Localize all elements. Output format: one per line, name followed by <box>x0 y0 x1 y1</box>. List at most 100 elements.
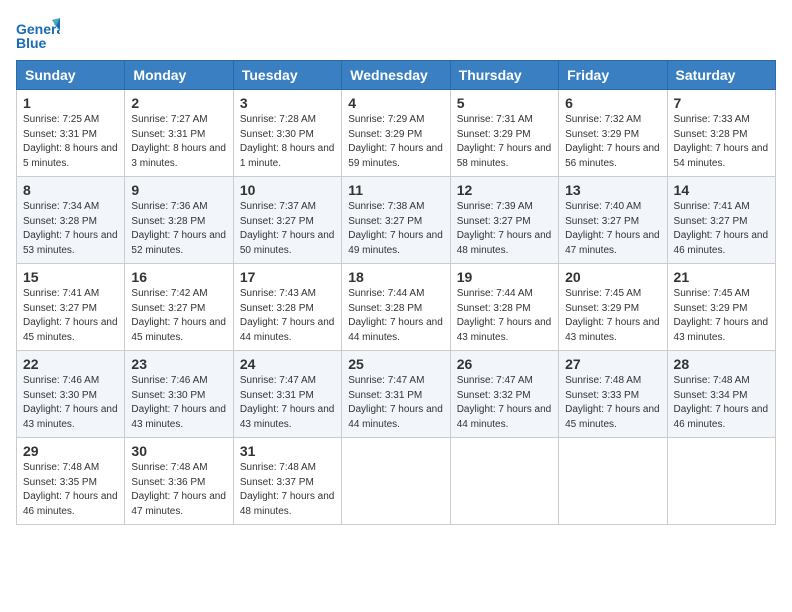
svg-text:Blue: Blue <box>16 35 47 51</box>
day-number: 16 <box>131 269 226 285</box>
day-info: Sunrise: 7:48 AMSunset: 3:37 PMDaylight:… <box>240 461 335 519</box>
day-number: 14 <box>674 182 769 198</box>
calendar-week-1: 1 Sunrise: 7:25 AMSunset: 3:31 PMDaylight… <box>17 90 776 177</box>
calendar-cell: 3Sunrise: 7:28 AMSunset: 3:30 PMDaylight… <box>233 90 341 177</box>
day-info: Sunrise: 7:29 AMSunset: 3:29 PMDaylight:… <box>348 113 443 171</box>
day-number: 27 <box>565 356 660 372</box>
day-header-friday: Friday <box>559 61 667 90</box>
day-info: Sunrise: 7:46 AMSunset: 3:30 PMDaylight:… <box>131 374 226 432</box>
day-info: Sunrise: 7:45 AMSunset: 3:29 PMDaylight:… <box>565 287 660 345</box>
day-number: 29 <box>23 443 118 459</box>
day-number: 13 <box>565 182 660 198</box>
day-info: Sunrise: 7:47 AMSunset: 3:32 PMDaylight:… <box>457 374 552 432</box>
calendar-cell: 23 Sunrise: 7:46 AMSunset: 3:30 PMDayligh… <box>125 351 233 438</box>
calendar-cell: 9 Sunrise: 7:36 AMSunset: 3:28 PMDaylight… <box>125 177 233 264</box>
calendar-cell: 6 Sunrise: 7:32 AMSunset: 3:29 PMDaylight… <box>559 90 667 177</box>
day-info: Sunrise: 7:40 AMSunset: 3:27 PMDaylight:… <box>565 200 660 258</box>
day-number: 23 <box>131 356 226 372</box>
day-number: 20 <box>565 269 660 285</box>
day-info: Sunrise: 7:25 AMSunset: 3:31 PMDaylight:… <box>23 113 118 171</box>
calendar-cell <box>450 438 558 525</box>
calendar-cell: 17 Sunrise: 7:43 AMSunset: 3:28 PMDayligh… <box>233 264 341 351</box>
day-number: 31 <box>240 443 335 459</box>
calendar-cell: 28 Sunrise: 7:48 AMSunset: 3:34 PMDayligh… <box>667 351 775 438</box>
day-info: Sunrise: 7:48 AMSunset: 3:34 PMDaylight:… <box>674 374 769 432</box>
day-info: Sunrise: 7:27 AMSunset: 3:31 PMDaylight:… <box>131 113 226 171</box>
calendar-cell <box>342 438 450 525</box>
calendar-cell: 16 Sunrise: 7:42 AMSunset: 3:27 PMDayligh… <box>125 264 233 351</box>
calendar-cell: 11Sunrise: 7:38 AMSunset: 3:27 PMDayligh… <box>342 177 450 264</box>
day-number: 10 <box>240 182 335 198</box>
calendar-cell: 27 Sunrise: 7:48 AMSunset: 3:33 PMDayligh… <box>559 351 667 438</box>
day-number: 4 <box>348 95 443 111</box>
day-number: 30 <box>131 443 226 459</box>
day-info: Sunrise: 7:48 AMSunset: 3:36 PMDaylight:… <box>131 461 226 519</box>
calendar-cell: 20 Sunrise: 7:45 AMSunset: 3:29 PMDayligh… <box>559 264 667 351</box>
calendar-cell: 8 Sunrise: 7:34 AMSunset: 3:28 PMDaylight… <box>17 177 125 264</box>
calendar-cell: 5 Sunrise: 7:31 AMSunset: 3:29 PMDaylight… <box>450 90 558 177</box>
day-number: 2 <box>131 95 226 111</box>
calendar-week-5: 29Sunrise: 7:48 AMSunset: 3:35 PMDayligh… <box>17 438 776 525</box>
calendar-cell: 15 Sunrise: 7:41 AMSunset: 3:27 PMDayligh… <box>17 264 125 351</box>
day-info: Sunrise: 7:36 AMSunset: 3:28 PMDaylight:… <box>131 200 226 258</box>
calendar-cell: 21Sunrise: 7:45 AMSunset: 3:29 PMDayligh… <box>667 264 775 351</box>
day-number: 26 <box>457 356 552 372</box>
day-number: 6 <box>565 95 660 111</box>
day-header-sunday: Sunday <box>17 61 125 90</box>
day-info: Sunrise: 7:37 AMSunset: 3:27 PMDaylight:… <box>240 200 335 258</box>
calendar-cell: 19Sunrise: 7:44 AMSunset: 3:28 PMDayligh… <box>450 264 558 351</box>
calendar-cell: 30 Sunrise: 7:48 AMSunset: 3:36 PMDayligh… <box>125 438 233 525</box>
day-header-thursday: Thursday <box>450 61 558 90</box>
day-info: Sunrise: 7:38 AMSunset: 3:27 PMDaylight:… <box>348 200 443 258</box>
day-number: 12 <box>457 182 552 198</box>
day-header-tuesday: Tuesday <box>233 61 341 90</box>
calendar-cell: 1 Sunrise: 7:25 AMSunset: 3:31 PMDaylight… <box>17 90 125 177</box>
day-info: Sunrise: 7:48 AMSunset: 3:33 PMDaylight:… <box>565 374 660 432</box>
day-number: 15 <box>23 269 118 285</box>
day-info: Sunrise: 7:32 AMSunset: 3:29 PMDaylight:… <box>565 113 660 171</box>
calendar-cell: 10 Sunrise: 7:37 AMSunset: 3:27 PMDayligh… <box>233 177 341 264</box>
calendar-cell <box>667 438 775 525</box>
day-number: 8 <box>23 182 118 198</box>
day-info: Sunrise: 7:41 AMSunset: 3:27 PMDaylight:… <box>674 200 769 258</box>
calendar-cell: 25Sunrise: 7:47 AMSunset: 3:31 PMDayligh… <box>342 351 450 438</box>
day-header-saturday: Saturday <box>667 61 775 90</box>
day-number: 22 <box>23 356 118 372</box>
day-number: 28 <box>674 356 769 372</box>
day-number: 21 <box>674 269 769 285</box>
calendar-cell: 22 Sunrise: 7:46 AMSunset: 3:30 PMDayligh… <box>17 351 125 438</box>
page-header: General Blue <box>16 16 776 52</box>
day-number: 7 <box>674 95 769 111</box>
day-info: Sunrise: 7:41 AMSunset: 3:27 PMDaylight:… <box>23 287 118 345</box>
calendar-week-3: 15 Sunrise: 7:41 AMSunset: 3:27 PMDayligh… <box>17 264 776 351</box>
day-info: Sunrise: 7:31 AMSunset: 3:29 PMDaylight:… <box>457 113 552 171</box>
day-number: 9 <box>131 182 226 198</box>
day-info: Sunrise: 7:43 AMSunset: 3:28 PMDaylight:… <box>240 287 335 345</box>
day-number: 19 <box>457 269 552 285</box>
day-number: 1 <box>23 95 118 111</box>
day-number: 18 <box>348 269 443 285</box>
calendar-cell: 24Sunrise: 7:47 AMSunset: 3:31 PMDayligh… <box>233 351 341 438</box>
calendar-header-row: SundayMondayTuesdayWednesdayThursdayFrid… <box>17 61 776 90</box>
calendar-week-2: 8 Sunrise: 7:34 AMSunset: 3:28 PMDaylight… <box>17 177 776 264</box>
calendar-table: SundayMondayTuesdayWednesdayThursdayFrid… <box>16 60 776 525</box>
day-info: Sunrise: 7:34 AMSunset: 3:28 PMDaylight:… <box>23 200 118 258</box>
day-number: 3 <box>240 95 335 111</box>
day-info: Sunrise: 7:33 AMSunset: 3:28 PMDaylight:… <box>674 113 769 171</box>
calendar-cell: 29Sunrise: 7:48 AMSunset: 3:35 PMDayligh… <box>17 438 125 525</box>
calendar-cell: 13 Sunrise: 7:40 AMSunset: 3:27 PMDayligh… <box>559 177 667 264</box>
calendar-cell <box>559 438 667 525</box>
calendar-cell: 26 Sunrise: 7:47 AMSunset: 3:32 PMDayligh… <box>450 351 558 438</box>
day-info: Sunrise: 7:42 AMSunset: 3:27 PMDaylight:… <box>131 287 226 345</box>
logo: General Blue <box>16 16 60 52</box>
day-number: 17 <box>240 269 335 285</box>
day-number: 5 <box>457 95 552 111</box>
day-info: Sunrise: 7:46 AMSunset: 3:30 PMDaylight:… <box>23 374 118 432</box>
calendar-cell: 4 Sunrise: 7:29 AMSunset: 3:29 PMDaylight… <box>342 90 450 177</box>
calendar-body: 1 Sunrise: 7:25 AMSunset: 3:31 PMDaylight… <box>17 90 776 525</box>
day-header-monday: Monday <box>125 61 233 90</box>
calendar-cell: 7 Sunrise: 7:33 AMSunset: 3:28 PMDaylight… <box>667 90 775 177</box>
calendar-cell: 2 Sunrise: 7:27 AMSunset: 3:31 PMDaylight… <box>125 90 233 177</box>
day-header-wednesday: Wednesday <box>342 61 450 90</box>
calendar-week-4: 22 Sunrise: 7:46 AMSunset: 3:30 PMDayligh… <box>17 351 776 438</box>
